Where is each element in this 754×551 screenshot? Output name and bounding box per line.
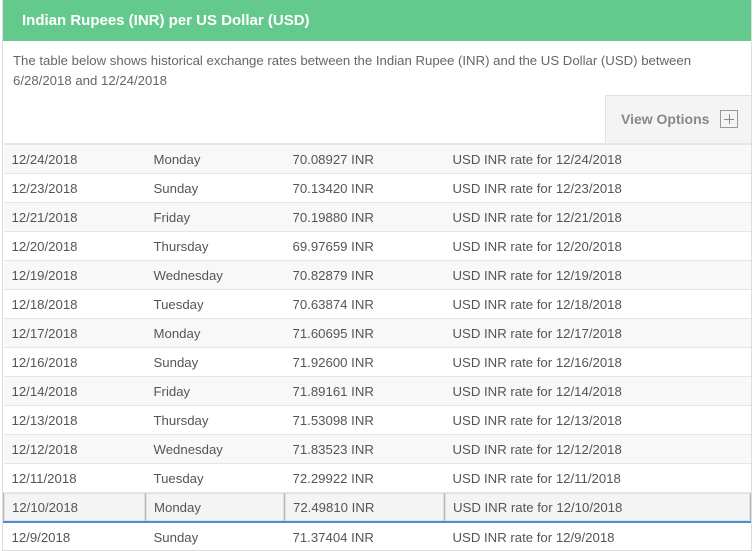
- rate-link-cell[interactable]: USD INR rate for 12/12/2018: [444, 434, 751, 464]
- date-cell: 12/14/2018: [3, 376, 146, 406]
- day-cell: Monday: [145, 492, 285, 523]
- rate-cell: 70.13420 INR: [284, 173, 445, 203]
- rate-cell: 72.29922 INR: [284, 463, 445, 493]
- rate-cell: 69.97659 INR: [284, 231, 445, 261]
- table-row[interactable]: 12/23/2018 Sunday 70.13420 INR USD INR r…: [3, 173, 751, 203]
- table-row[interactable]: 12/24/2018 Monday 70.08927 INR USD INR r…: [3, 144, 751, 174]
- date-cell: 12/12/2018: [3, 434, 146, 464]
- date-cell: 12/13/2018: [3, 405, 146, 435]
- rate-link-cell[interactable]: USD INR rate for 12/10/2018: [444, 492, 751, 523]
- table-row[interactable]: 12/14/2018 Friday 71.89161 INR USD INR r…: [3, 376, 751, 406]
- rate-link-cell[interactable]: USD INR rate for 12/17/2018: [444, 318, 751, 348]
- day-cell: Sunday: [145, 173, 285, 203]
- rate-cell: 71.92600 INR: [284, 347, 445, 377]
- rate-link-cell[interactable]: USD INR rate for 12/23/2018: [444, 173, 751, 203]
- rate-cell: 70.08927 INR: [284, 144, 445, 174]
- table-row[interactable]: 12/9/2018 Sunday 71.37404 INR USD INR ra…: [3, 521, 751, 550]
- day-cell: Monday: [145, 318, 285, 348]
- date-cell: 12/11/2018: [3, 463, 146, 493]
- date-cell: 12/24/2018: [3, 144, 146, 174]
- exchange-rate-panel: Indian Rupees (INR) per US Dollar (USD) …: [2, 0, 752, 551]
- table-row[interactable]: 12/16/2018 Sunday 71.92600 INR USD INR r…: [3, 347, 751, 377]
- view-options-button[interactable]: View Options: [605, 95, 751, 143]
- rate-link-cell[interactable]: USD INR rate for 12/20/2018: [444, 231, 751, 261]
- rate-cell: 71.53098 INR: [284, 405, 445, 435]
- table-row[interactable]: 12/13/2018 Thursday 71.53098 INR USD INR…: [3, 405, 751, 435]
- rate-link-cell[interactable]: USD INR rate for 12/21/2018: [444, 202, 751, 232]
- rate-link-cell[interactable]: USD INR rate for 12/24/2018: [444, 144, 751, 174]
- rate-cell: 70.19880 INR: [284, 202, 445, 232]
- date-cell: 12/16/2018: [3, 347, 146, 377]
- day-cell: Thursday: [145, 405, 285, 435]
- rate-link-cell[interactable]: USD INR rate for 12/16/2018: [444, 347, 751, 377]
- rate-link-cell[interactable]: USD INR rate for 12/11/2018: [444, 463, 751, 493]
- day-cell: Tuesday: [145, 463, 285, 493]
- table-row[interactable]: 12/18/2018 Tuesday 70.63874 INR USD INR …: [3, 289, 751, 319]
- view-options-label: View Options: [621, 111, 710, 127]
- date-cell: 12/19/2018: [3, 260, 146, 290]
- day-cell: Wednesday: [145, 434, 285, 464]
- date-cell: 12/20/2018: [3, 231, 146, 261]
- date-cell: 12/18/2018: [3, 289, 146, 319]
- table-row[interactable]: 12/19/2018 Wednesday 70.82879 INR USD IN…: [3, 260, 751, 290]
- rate-cell: 70.82879 INR: [284, 260, 445, 290]
- rate-link-cell[interactable]: USD INR rate for 12/13/2018: [444, 405, 751, 435]
- day-cell: Sunday: [145, 521, 285, 550]
- rate-cell: 70.63874 INR: [284, 289, 445, 319]
- rate-cell: 71.60695 INR: [284, 318, 445, 348]
- day-cell: Sunday: [145, 347, 285, 377]
- day-cell: Friday: [145, 202, 285, 232]
- table-row-selected[interactable]: 12/10/2018 Monday 72.49810 INR USD INR r…: [3, 492, 751, 523]
- rate-cell: 71.37404 INR: [284, 521, 445, 550]
- day-cell: Monday: [145, 144, 285, 174]
- day-cell: Thursday: [145, 231, 285, 261]
- date-cell: 12/21/2018: [3, 202, 146, 232]
- exchange-rate-table: 12/24/2018 Monday 70.08927 INR USD INR r…: [3, 143, 751, 550]
- table-description: The table below shows historical exchang…: [13, 53, 692, 88]
- rate-cell: 72.49810 INR: [284, 492, 445, 523]
- view-options-bar: View Options: [3, 95, 751, 143]
- table-row[interactable]: 12/12/2018 Wednesday 71.83523 INR USD IN…: [3, 434, 751, 464]
- day-cell: Tuesday: [145, 289, 285, 319]
- date-cell: 12/10/2018: [3, 492, 146, 523]
- rate-link-cell[interactable]: USD INR rate for 12/19/2018: [444, 260, 751, 290]
- day-cell: Friday: [145, 376, 285, 406]
- panel-title: Indian Rupees (INR) per US Dollar (USD): [3, 0, 751, 41]
- table-row[interactable]: 12/11/2018 Tuesday 72.29922 INR USD INR …: [3, 463, 751, 493]
- date-cell: 12/9/2018: [3, 521, 146, 550]
- date-cell: 12/23/2018: [3, 173, 146, 203]
- date-cell: 12/17/2018: [3, 318, 146, 348]
- rate-cell: 71.83523 INR: [284, 434, 445, 464]
- rate-link-cell[interactable]: USD INR rate for 12/9/2018: [444, 521, 751, 550]
- rate-link-cell[interactable]: USD INR rate for 12/14/2018: [444, 376, 751, 406]
- table-row[interactable]: 12/21/2018 Friday 70.19880 INR USD INR r…: [3, 202, 751, 232]
- day-cell: Wednesday: [145, 260, 285, 290]
- rate-link-cell[interactable]: USD INR rate for 12/18/2018: [444, 289, 751, 319]
- plus-icon[interactable]: [720, 110, 738, 128]
- table-row[interactable]: 12/20/2018 Thursday 69.97659 INR USD INR…: [3, 231, 751, 261]
- rate-cell: 71.89161 INR: [284, 376, 445, 406]
- table-row[interactable]: 12/17/2018 Monday 71.60695 INR USD INR r…: [3, 318, 751, 348]
